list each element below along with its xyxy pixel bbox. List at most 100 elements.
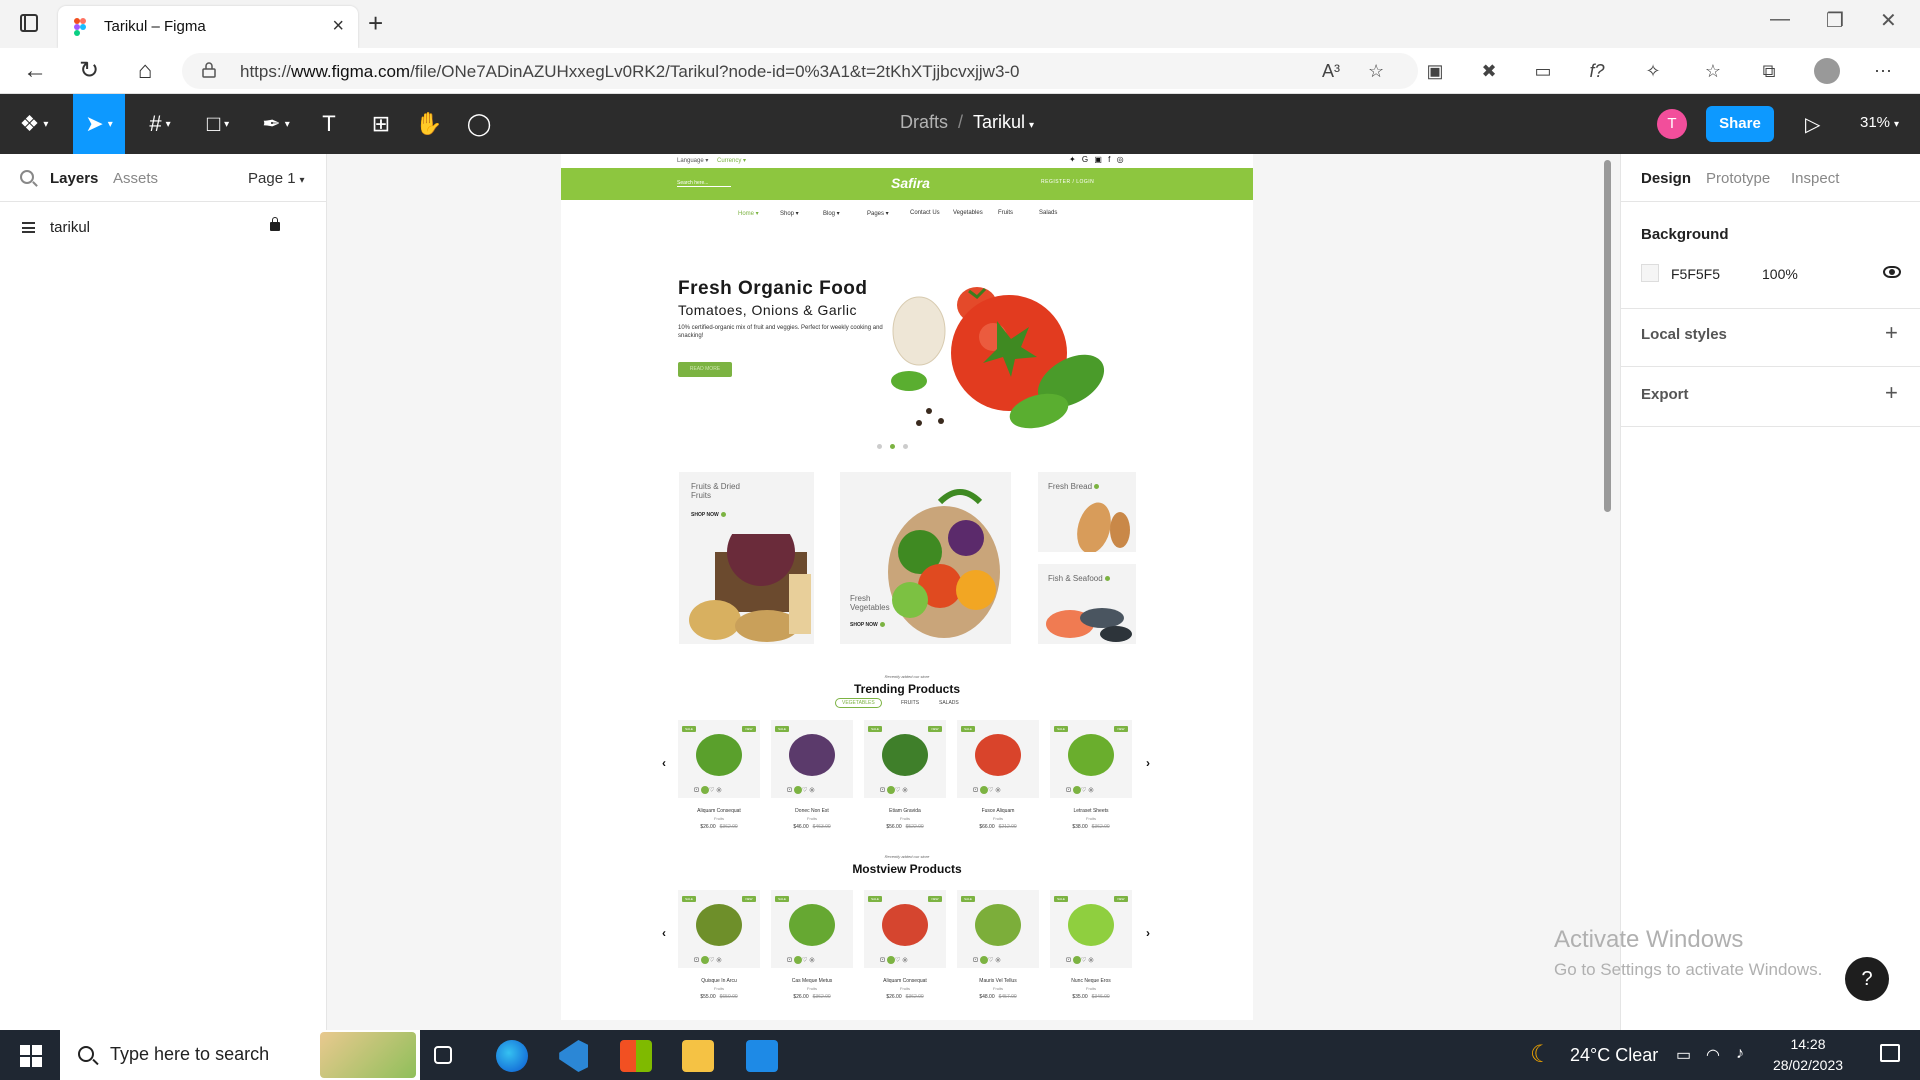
product-image: SALE NEW ⊡ ♡◎ [864, 720, 946, 798]
product-card: SALE ⊡ ♡◎ Cas Meque Metus Fruits $26.00 $362.0… [771, 890, 853, 1008]
battery-icon[interactable]: ▭ [1676, 1045, 1691, 1065]
collections-icon[interactable]: ⧉ [1756, 58, 1782, 84]
help-button[interactable]: ? [1845, 957, 1889, 1001]
add-export-icon[interactable]: + [1885, 380, 1898, 406]
layer-item[interactable]: tarikul [0, 214, 326, 242]
product-category: Fruits [1086, 986, 1096, 991]
url-field[interactable]: https://www.figma.com/file/ONe7ADinAZUHx… [182, 53, 1418, 89]
read-aloud-icon[interactable]: A³ [1322, 61, 1340, 82]
canvas-scrollbar[interactable] [1604, 160, 1611, 512]
extension-1-icon[interactable]: ▣ [1422, 58, 1448, 84]
wifi-icon[interactable]: ◠ [1706, 1045, 1720, 1065]
text-tool-icon[interactable]: T [314, 94, 344, 154]
file-explorer-icon[interactable] [682, 1040, 714, 1072]
tab-design[interactable]: Design [1641, 170, 1691, 187]
restore-icon[interactable]: ❐ [1826, 8, 1844, 33]
volume-icon[interactable]: ♪ [1736, 1045, 1744, 1063]
more-menu-icon[interactable]: ⋯ [1870, 58, 1896, 84]
hero-carousel-dots [877, 444, 917, 450]
left-panel-tabs: Layers Assets Page 1 ▾ [0, 154, 326, 202]
back-icon[interactable]: ← [18, 54, 52, 88]
shape-tool-icon[interactable]: □ ▾ [198, 94, 238, 154]
taskbar-search[interactable]: Type here to search [60, 1030, 420, 1080]
frame-tool-icon[interactable]: # ▾ [140, 94, 180, 154]
share-button[interactable]: Share [1706, 106, 1774, 142]
windows-start-icon[interactable] [20, 1045, 42, 1067]
mail-icon[interactable] [746, 1040, 778, 1072]
design-menu-item: Home ▾ [738, 211, 759, 217]
vegetable-basket-image [888, 489, 1000, 638]
product-price: $46.00 $463.00 [793, 824, 831, 830]
breadcrumb-drafts[interactable]: Drafts [900, 112, 948, 132]
move-tool[interactable]: ➤ ▾ [73, 94, 125, 154]
hand-tool-icon[interactable]: ✋ [414, 94, 444, 154]
product-vegetable-image [975, 734, 1021, 776]
tab-layers[interactable]: Layers [50, 170, 98, 187]
pen-tool-icon[interactable]: ✒ ▾ [256, 94, 296, 154]
avatar[interactable]: T [1657, 109, 1687, 139]
sale-badge: SALE [1054, 726, 1068, 732]
activate-windows-subtitle: Go to Settings to activate Windows. [1554, 960, 1823, 979]
product-image: SALE ⊡ ♡◎ [771, 890, 853, 968]
notification-icon[interactable] [1880, 1044, 1900, 1062]
background-color-swatch[interactable] [1641, 264, 1659, 282]
search-icon[interactable] [20, 170, 34, 184]
product-card: SALE NEW ⊡ ♡◎ Aliquam Consequat Fruits $26.00 $… [678, 720, 760, 838]
profile-avatar[interactable] [1814, 58, 1840, 84]
task-view-icon[interactable] [434, 1046, 452, 1064]
tab-actions-icon[interactable] [20, 14, 38, 32]
product-vegetable-image [696, 734, 742, 776]
design-frame[interactable]: Language ▾ Currency ▾ ✦ G ▣ f ◎ Search h… [561, 154, 1253, 1020]
product-name: Donec Non Est [795, 808, 829, 814]
minimize-icon[interactable]: — [1770, 8, 1790, 31]
font-finder-icon[interactable]: f? [1584, 58, 1610, 84]
extension-3-icon[interactable]: ▭ [1530, 58, 1556, 84]
favorites-icon[interactable]: ☆ [1700, 58, 1726, 84]
lock-icon[interactable] [270, 217, 280, 231]
product-image: SALE NEW ⊡ ♡◎ [678, 890, 760, 968]
new-tab-button[interactable]: + [368, 8, 383, 39]
new-badge: NEW [742, 726, 756, 732]
extension-2-icon[interactable]: ✖ [1476, 58, 1502, 84]
product-image: SALE ⊡ ♡◎ [957, 720, 1039, 798]
resources-icon[interactable]: ⊞ [366, 94, 396, 154]
tab-close-icon[interactable]: × [332, 15, 344, 38]
zoom-level[interactable]: 31% ▾ [1860, 114, 1899, 131]
file-name[interactable]: Tarikul [973, 112, 1025, 132]
design-categories: Fruits & Dried Fruits SHOP NOW Fresh Veg… [561, 458, 1253, 668]
background-opacity-field[interactable]: 100% [1762, 266, 1798, 282]
chevron-down-icon[interactable]: ▾ [1029, 120, 1034, 131]
add-style-icon[interactable]: + [1885, 320, 1898, 346]
tab-prototype[interactable]: Prototype [1706, 170, 1770, 187]
browser-tab[interactable]: Tarikul – Figma × [58, 6, 358, 48]
eye-icon[interactable] [1883, 266, 1901, 278]
new-badge: NEW [928, 896, 942, 902]
clock-time[interactable]: 14:28 [1768, 1036, 1848, 1052]
favorite-add-icon[interactable]: ☆ [1368, 61, 1384, 82]
vscode-icon[interactable] [559, 1040, 588, 1072]
tab-inspect[interactable]: Inspect [1791, 170, 1839, 187]
main-menu-icon[interactable]: ❖ ▾ [14, 94, 54, 154]
product-action-icons: ⊡ ♡◎ [694, 956, 724, 964]
new-badge: NEW [928, 726, 942, 732]
product-image: SALE NEW ⊡ ♡◎ [864, 890, 946, 968]
product-category: Fruits [807, 816, 817, 821]
present-icon[interactable]: ▷ [1805, 112, 1820, 137]
background-hex-field[interactable]: F5F5F5 [1671, 266, 1720, 282]
tab-assets[interactable]: Assets [113, 170, 158, 187]
product-image: SALE ⊡ ♡◎ [957, 890, 1039, 968]
product-price: $48.00 $457.00 [979, 994, 1017, 1000]
home-icon[interactable]: ⌂ [128, 54, 162, 88]
page-selector[interactable]: Page 1 ▾ [248, 170, 305, 187]
category-label: Fruits & Dried Fruits [691, 482, 740, 500]
store-icon[interactable] [620, 1040, 652, 1072]
weather-text[interactable]: 24°C Clear [1570, 1045, 1658, 1066]
refresh-icon[interactable]: ↻ [72, 54, 106, 88]
clock-date[interactable]: 28/02/2023 [1760, 1057, 1856, 1073]
weather-moon-icon[interactable]: ☾ [1530, 1040, 1552, 1069]
comment-tool-icon[interactable]: ◯ [464, 94, 494, 154]
extensions-icon[interactable]: ✧ [1640, 58, 1666, 84]
edge-icon[interactable] [496, 1040, 528, 1072]
product-action-icons: ⊡ ♡◎ [973, 786, 1003, 794]
close-window-icon[interactable]: ✕ [1880, 8, 1897, 33]
